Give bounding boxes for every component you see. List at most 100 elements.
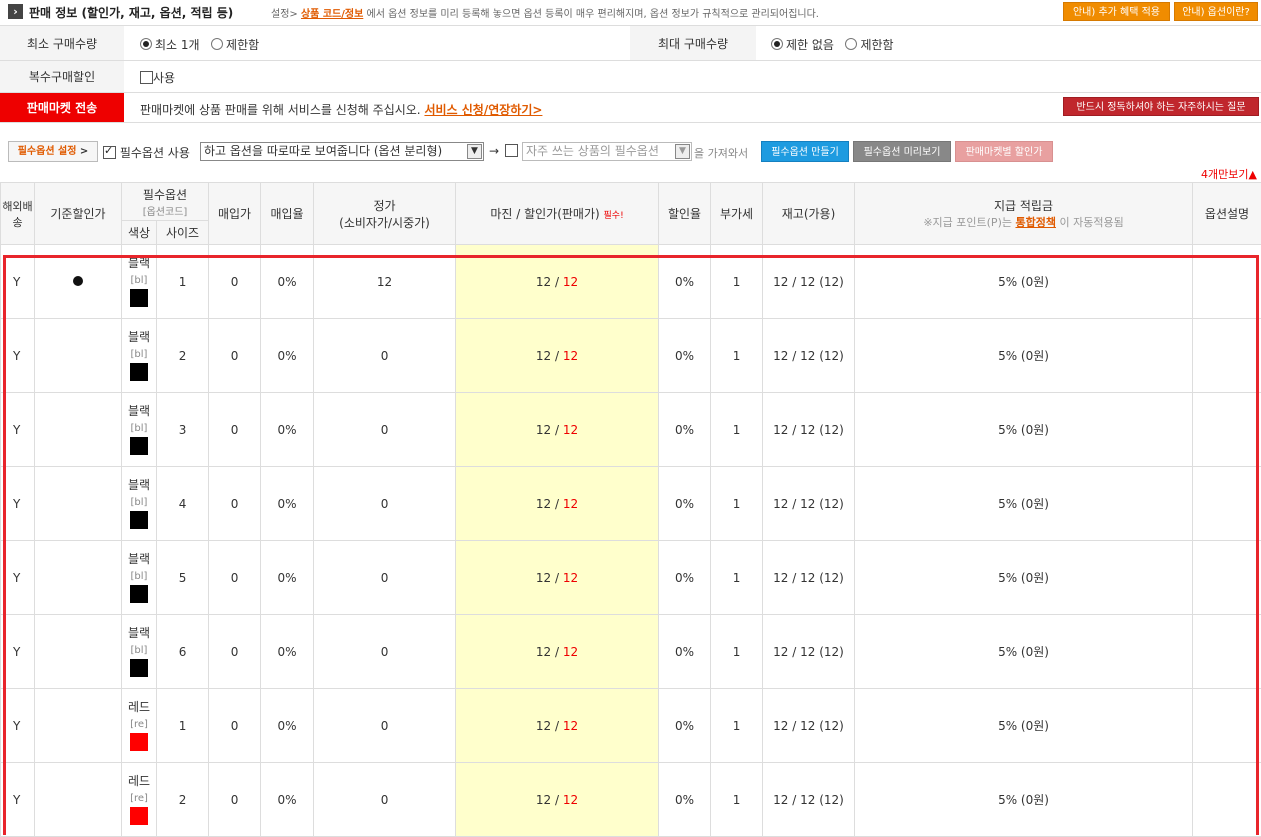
cell-base-discount[interactable] xyxy=(35,319,122,393)
faq-button[interactable]: 반드시 정독하셔야 하는 자주하시는 질문 xyxy=(1063,97,1259,116)
cell-margin-price[interactable]: 12 / 12 xyxy=(456,615,659,689)
cell-list-price[interactable]: 0 xyxy=(314,763,456,837)
cell-base-discount[interactable] xyxy=(35,467,122,541)
cell-stock[interactable]: 12 / 12 (12) xyxy=(763,319,855,393)
cell-base-discount[interactable] xyxy=(35,615,122,689)
min-qty-options: 최소 1개 제한함 xyxy=(140,36,259,53)
cell-option-desc[interactable] xyxy=(1193,245,1261,319)
cell-stock[interactable]: 12 / 12 (12) xyxy=(763,689,855,763)
cell-option-desc[interactable] xyxy=(1193,689,1261,763)
cell-list-price[interactable]: 0 xyxy=(314,615,456,689)
table-row: Y블랙[bl]500%012 / 120%112 / 12 (12)5% (0원… xyxy=(1,541,1261,615)
th-buy-rate: 매입율 xyxy=(261,183,314,245)
cell-buy-price[interactable]: 0 xyxy=(209,319,261,393)
cell-stock[interactable]: 12 / 12 (12) xyxy=(763,393,855,467)
cell-option-desc[interactable] xyxy=(1193,319,1261,393)
table-row: Y블랙[bl]300%012 / 120%112 / 12 (12)5% (0원… xyxy=(1,393,1261,467)
cell-color: 블랙[bl] xyxy=(122,541,157,615)
cell-base-discount[interactable] xyxy=(35,393,122,467)
cell-base-discount[interactable] xyxy=(35,763,122,837)
min-qty-radio-1[interactable]: 최소 1개 xyxy=(140,38,200,52)
multi-discount-checkbox[interactable]: 사용 xyxy=(140,69,175,86)
use-required-option-checkbox[interactable]: 필수옵션 사용 xyxy=(103,144,190,161)
cell-buy-rate: 0% xyxy=(261,393,314,467)
cell-list-price[interactable]: 0 xyxy=(314,393,456,467)
benefit-guide-button[interactable]: 안내) 추가 혜택 적용 xyxy=(1063,2,1170,21)
cell-stock[interactable]: 12 / 12 (12) xyxy=(763,541,855,615)
option-guide-button[interactable]: 안내) 옵션이란? xyxy=(1174,2,1258,21)
cell-stock[interactable]: 12 / 12 (12) xyxy=(763,467,855,541)
cell-size: 1 xyxy=(157,689,209,763)
cell-discount-rate: 0% xyxy=(659,541,711,615)
cell-base-discount[interactable] xyxy=(35,245,122,319)
cell-vat: 1 xyxy=(711,689,763,763)
preview-option-button[interactable]: 필수옵션 미리보기 xyxy=(853,141,951,162)
cell-buy-price[interactable]: 0 xyxy=(209,541,261,615)
cell-buy-price[interactable]: 0 xyxy=(209,245,261,319)
table-row: Y블랙[bl]400%012 / 120%112 / 12 (12)5% (0원… xyxy=(1,467,1261,541)
max-qty-options: 제한 없음 제한함 xyxy=(771,36,894,53)
cell-list-price[interactable]: 0 xyxy=(314,689,456,763)
cell-size: 1 xyxy=(157,245,209,319)
cell-list-price[interactable]: 0 xyxy=(314,467,456,541)
cell-points: 5% (0원) xyxy=(855,615,1193,689)
color-swatch xyxy=(130,511,148,529)
cell-margin-price[interactable]: 12 / 12 xyxy=(456,541,659,615)
option-mode-select[interactable]: 하고 옵션을 따로따로 보여줍니다 (옵션 분리형) ▼ xyxy=(200,142,484,161)
option-setting-button[interactable]: 필수옵션 설정 > xyxy=(8,141,98,162)
cell-buy-price[interactable]: 0 xyxy=(209,393,261,467)
cell-option-desc[interactable] xyxy=(1193,393,1261,467)
th-points: 지급 적립금 ※지급 포인트(P)는 통합정책 이 자동적용됨 xyxy=(855,183,1193,245)
cell-list-price[interactable]: 0 xyxy=(314,541,456,615)
min-qty-radio-limit[interactable]: 제한함 xyxy=(211,38,259,52)
frequent-option-select[interactable]: 자주 쓰는 상품의 필수옵션 ▼ xyxy=(522,142,692,161)
cell-buy-price[interactable]: 0 xyxy=(209,763,261,837)
cell-list-price[interactable]: 0 xyxy=(314,319,456,393)
cell-option-desc[interactable] xyxy=(1193,615,1261,689)
max-qty-radio-unlimited[interactable]: 제한 없음 xyxy=(771,38,834,52)
base-marker-icon xyxy=(73,276,83,286)
cell-color: 레드[re] xyxy=(122,689,157,763)
cell-stock[interactable]: 12 / 12 (12) xyxy=(763,245,855,319)
cell-vat: 1 xyxy=(711,319,763,393)
market-text: 판매마켓에 상품 판매를 위해 서비스를 신청해 주십시오. 서비스 신청/연장… xyxy=(140,101,542,118)
cell-option-desc[interactable] xyxy=(1193,541,1261,615)
cell-base-discount[interactable] xyxy=(35,689,122,763)
cell-option-desc[interactable] xyxy=(1193,763,1261,837)
cell-base-discount[interactable] xyxy=(35,541,122,615)
cell-buy-price[interactable]: 0 xyxy=(209,689,261,763)
cell-margin-price[interactable]: 12 / 12 xyxy=(456,245,659,319)
cell-buy-rate: 0% xyxy=(261,615,314,689)
market-discount-button[interactable]: 판매마켓별 할인가 xyxy=(955,141,1053,162)
show-four-link[interactable]: 4개만보기▲ xyxy=(1201,166,1257,182)
th-stock: 재고(가용) xyxy=(763,183,855,245)
cell-margin-price[interactable]: 12 / 12 xyxy=(456,319,659,393)
cell-buy-rate: 0% xyxy=(261,319,314,393)
product-code-link[interactable]: 상품 코드/정보 xyxy=(301,9,363,20)
chevron-right-icon: › xyxy=(8,4,23,19)
cell-margin-price[interactable]: 12 / 12 xyxy=(456,689,659,763)
cell-buy-price[interactable]: 0 xyxy=(209,615,261,689)
max-qty-label: 최대 구매수량 xyxy=(630,26,756,60)
cell-stock[interactable]: 12 / 12 (12) xyxy=(763,763,855,837)
cell-margin-price[interactable]: 12 / 12 xyxy=(456,763,659,837)
cell-stock[interactable]: 12 / 12 (12) xyxy=(763,615,855,689)
cell-points: 5% (0원) xyxy=(855,467,1193,541)
cell-margin-price[interactable]: 12 / 12 xyxy=(456,467,659,541)
cell-buy-price[interactable]: 0 xyxy=(209,467,261,541)
color-swatch xyxy=(130,659,148,677)
cell-option-desc[interactable] xyxy=(1193,467,1261,541)
cell-margin-price[interactable]: 12 / 12 xyxy=(456,393,659,467)
arrow-icon: → xyxy=(489,144,499,158)
cell-buy-rate: 0% xyxy=(261,245,314,319)
cell-points: 5% (0원) xyxy=(855,541,1193,615)
cell-list-price[interactable]: 12 xyxy=(314,245,456,319)
table-row: Y블랙[bl]100%1212 / 120%112 / 12 (12)5% (0… xyxy=(1,245,1261,319)
max-qty-radio-limit[interactable]: 제한함 xyxy=(845,38,893,52)
th-buy-price: 매입가 xyxy=(209,183,261,245)
policy-link[interactable]: 통합정책 xyxy=(1015,216,1055,229)
cell-vat: 1 xyxy=(711,467,763,541)
frequent-option-checkbox[interactable] xyxy=(505,144,518,158)
make-option-button[interactable]: 필수옵션 만들기 xyxy=(761,141,849,162)
service-apply-link[interactable]: 서비스 신청/연장하기> xyxy=(424,103,542,117)
